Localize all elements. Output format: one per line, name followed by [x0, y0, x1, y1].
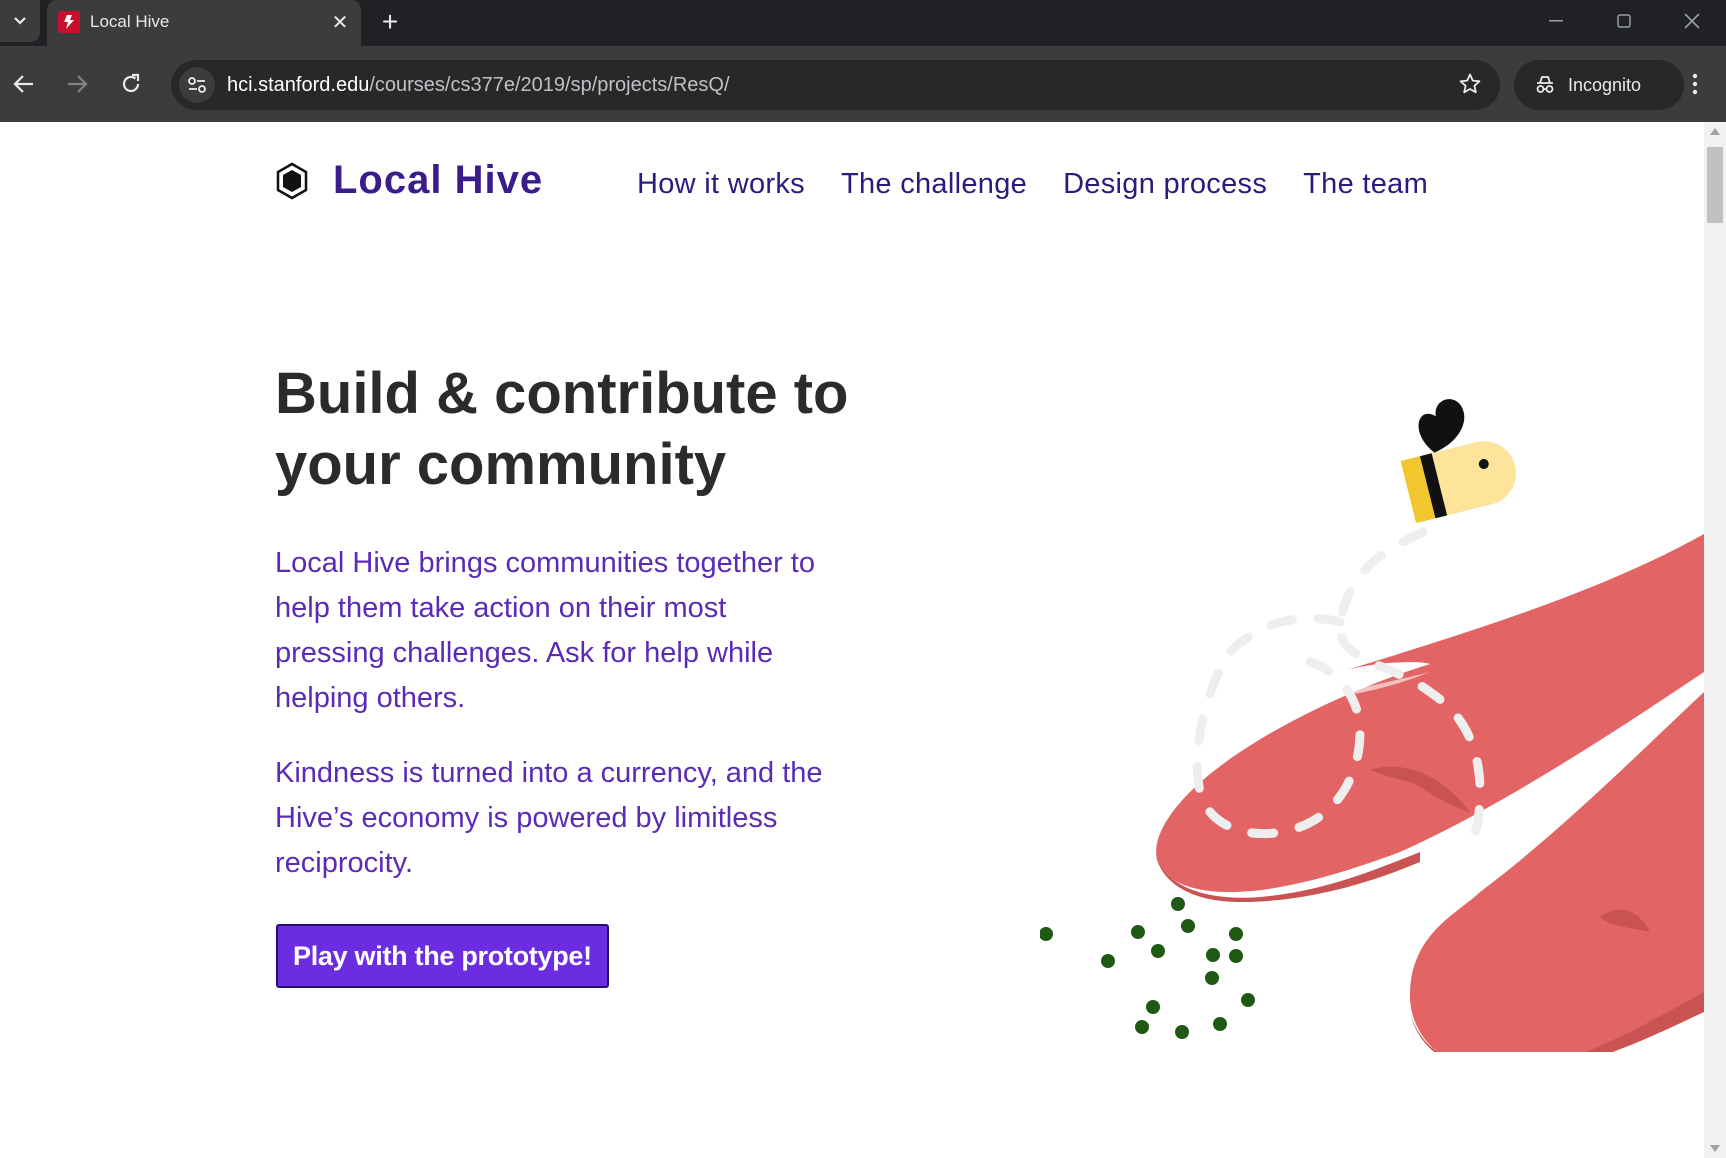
close-icon — [1684, 13, 1700, 29]
back-button[interactable] — [4, 64, 44, 104]
nav-how-it-works[interactable]: How it works — [637, 168, 805, 201]
tune-icon — [188, 77, 206, 93]
nav-design-process[interactable]: Design process — [1063, 168, 1267, 201]
url-path: /courses/cs377e/2019/sp/projects/ResQ/ — [369, 74, 730, 96]
scrollbar-thumb[interactable] — [1707, 147, 1723, 223]
maximize-button[interactable] — [1592, 0, 1656, 42]
reload-icon — [122, 73, 140, 93]
url-text[interactable]: hci.stanford.edu/courses/cs377e/2019/sp/… — [227, 74, 730, 97]
page-viewport: Local Hive How it works The challenge De… — [0, 122, 1704, 1158]
hero-paragraph-kindness: Kindness is turned into a currency, and … — [275, 757, 823, 879]
minimize-button[interactable] — [1524, 0, 1588, 42]
nav-the-team[interactable]: The team — [1303, 168, 1428, 201]
browser-tab-active[interactable]: Local Hive ✕ — [47, 0, 361, 46]
seed-dots — [1040, 897, 1255, 1039]
tab-strip: Local Hive ✕ + — [0, 0, 1726, 46]
hero-title-line1: Build & contribute to — [275, 361, 849, 426]
tab-close-icon[interactable]: ✕ — [327, 9, 353, 35]
browser-menu-button[interactable] — [1680, 64, 1710, 104]
tab-search-button[interactable] — [0, 0, 40, 42]
forward-button[interactable] — [57, 64, 97, 104]
bookmark-star-icon[interactable] — [1458, 72, 1482, 102]
site-nav: How it works The challenge Design proces… — [637, 168, 1464, 201]
tab-title: Local Hive — [90, 12, 170, 31]
page-scrollbar[interactable] — [1704, 122, 1726, 1158]
maximize-icon — [1617, 14, 1631, 28]
site-info-button[interactable] — [179, 67, 215, 103]
incognito-label: Incognito — [1568, 74, 1642, 95]
address-bar[interactable]: hci.stanford.edu/courses/cs377e/2019/sp/… — [171, 60, 1500, 110]
scroll-down-arrow-icon[interactable] — [1710, 1145, 1720, 1152]
new-tab-button[interactable]: + — [373, 5, 407, 39]
scroll-up-arrow-icon[interactable] — [1710, 128, 1720, 135]
arrow-right-icon — [68, 75, 88, 93]
nav-the-challenge[interactable]: The challenge — [841, 168, 1027, 201]
hero-illustration — [1040, 399, 1704, 1052]
browser-toolbar: hci.stanford.edu/courses/cs377e/2019/sp/… — [0, 46, 1726, 122]
close-window-button[interactable] — [1660, 0, 1724, 42]
url-host: hci.stanford.edu — [227, 74, 370, 96]
stanford-favicon-icon — [58, 11, 80, 33]
more-vertical-icon — [1692, 73, 1698, 95]
brand-name: Local Hive — [333, 158, 544, 202]
minimize-icon — [1549, 20, 1563, 22]
incognito-indicator[interactable]: Incognito — [1514, 60, 1684, 110]
reload-button[interactable] — [111, 64, 151, 104]
bee-illustration — [1400, 399, 1517, 524]
hero-title-line2: your community — [275, 432, 727, 497]
play-prototype-button[interactable]: Play with the prototype! — [276, 924, 609, 988]
hero-paragraph-intro: Local Hive brings communities together t… — [275, 547, 815, 714]
incognito-icon — [1534, 75, 1556, 95]
arrow-left-icon — [13, 75, 33, 93]
chevron-down-icon — [14, 17, 26, 25]
hexagon-logo-icon — [276, 162, 308, 199]
site-brand[interactable]: Local Hive — [275, 158, 543, 203]
hero-title: Build & contribute to your community — [275, 358, 875, 500]
